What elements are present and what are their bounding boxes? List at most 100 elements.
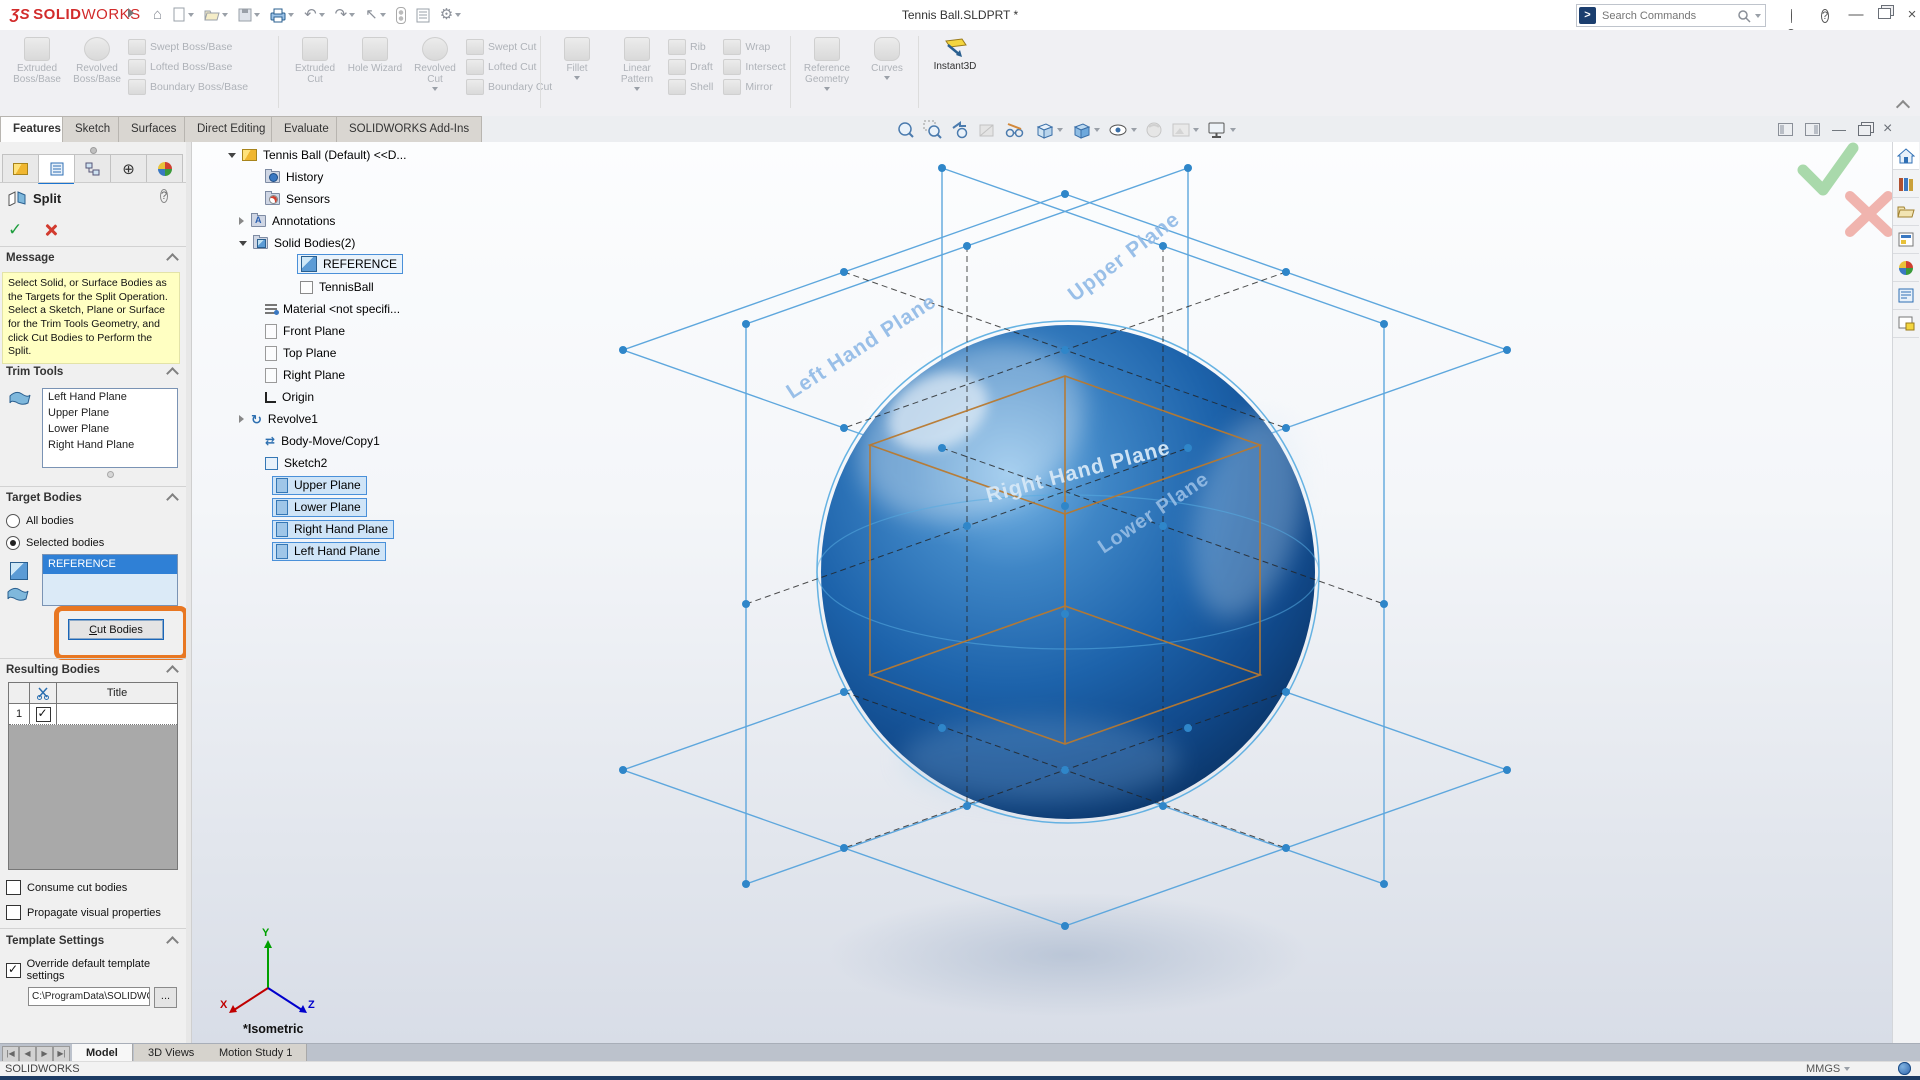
doc-minimize-button[interactable]: —	[1832, 121, 1846, 137]
all-bodies-radio[interactable]: All bodies	[6, 514, 74, 528]
apply-scene-button[interactable]	[1170, 119, 1200, 141]
web-help-icon[interactable]	[1898, 1062, 1911, 1075]
tree-item-tennisball-body[interactable]: TennisBall	[300, 277, 374, 297]
pane-right-icon[interactable]	[1805, 123, 1820, 136]
view-settings-button[interactable]	[1205, 119, 1237, 141]
design-library-tab-button[interactable]	[1893, 198, 1919, 226]
target-bodies-list[interactable]: REFERENCE	[42, 554, 178, 606]
close-button[interactable]: ×	[1899, 4, 1920, 26]
tree-item-top-plane[interactable]: Top Plane	[252, 343, 336, 363]
ribbon-draft[interactable]: Draft	[668, 58, 713, 75]
ribbon-instant3d[interactable]: Instant3D	[926, 34, 984, 72]
chevron-down-icon[interactable]	[432, 87, 438, 91]
trim-tools-list[interactable]: Left Hand Plane Upper Plane Lower Plane …	[42, 388, 178, 468]
tree-item-right-hand-plane[interactable]: Right Hand Plane	[272, 519, 394, 539]
tree-item-material[interactable]: Material <not specifi...	[252, 299, 400, 319]
tab-3d-views[interactable]: 3D Views	[134, 1044, 209, 1062]
chevron-down-icon[interactable]	[1094, 128, 1100, 132]
tree-item-reference-body[interactable]: REFERENCE	[297, 254, 403, 274]
tab-sketch[interactable]: Sketch	[62, 116, 123, 142]
ribbon-collapse-icon[interactable]	[1896, 100, 1910, 114]
chevron-down-icon[interactable]	[824, 87, 830, 91]
list-item[interactable]: Right Hand Plane	[43, 437, 177, 453]
view-orientation-button[interactable]	[1032, 119, 1064, 141]
tab-dimxpertmanager[interactable]: ⊕	[110, 154, 146, 183]
confirm-ok-icon[interactable]	[1803, 148, 1853, 190]
ribbon-swept-boss-base[interactable]: Swept Boss/Base	[128, 38, 248, 55]
tree-item-left-hand-plane[interactable]: Left Hand Plane	[272, 541, 386, 561]
ok-button[interactable]: ✓	[8, 220, 22, 240]
home-tab-button[interactable]	[1893, 142, 1919, 170]
tree-item-sensors[interactable]: Sensors	[252, 189, 330, 209]
forum-tab-button[interactable]	[1893, 310, 1919, 338]
pane-left-icon[interactable]	[1778, 123, 1793, 136]
tree-item-part[interactable]: Tennis Ball (Default) <<D...	[228, 145, 406, 165]
ribbon-revolved-boss-base[interactable]: Revolved Boss/Base	[68, 34, 126, 85]
ribbon-extruded-boss-base[interactable]: Extruded Boss/Base	[8, 34, 66, 85]
propagate-visual-properties-option[interactable]: Propagate visual properties	[6, 905, 161, 920]
list-resize-handle[interactable]	[107, 471, 114, 478]
ribbon-hole-wizard[interactable]: Hole Wizard	[346, 34, 404, 74]
tree-item-solid-bodies[interactable]: Solid Bodies(2)	[239, 233, 355, 253]
last-tab-button[interactable]: ▶|	[53, 1046, 70, 1062]
collapsed-icon[interactable]	[239, 415, 244, 423]
resources-tab-button[interactable]	[1893, 170, 1919, 198]
table-row[interactable]: 1	[9, 704, 177, 725]
tab-propertymanager[interactable]	[38, 154, 74, 184]
hide-show-items-button[interactable]	[1106, 119, 1138, 141]
panel-splitter[interactable]	[186, 142, 192, 1043]
tree-item-sketch2[interactable]: Sketch2	[252, 453, 327, 473]
search-commands-box[interactable]: >	[1576, 4, 1766, 27]
prev-tab-button[interactable]: ◀	[19, 1046, 36, 1062]
consume-cut-bodies-option[interactable]: Consume cut bodies	[6, 880, 127, 895]
ribbon-rib[interactable]: Rib	[668, 38, 713, 55]
previous-view-button[interactable]	[949, 119, 971, 141]
account-button[interactable]	[1778, 4, 1804, 26]
list-item[interactable]: Lower Plane	[43, 421, 177, 437]
expanded-icon[interactable]	[228, 153, 236, 158]
first-tab-button[interactable]: |◀	[2, 1046, 19, 1062]
collapse-trim-icon[interactable]	[166, 367, 179, 380]
zoom-to-fit-button[interactable]	[895, 119, 917, 141]
view-palette-tab-button[interactable]	[1893, 226, 1919, 254]
ribbon-shell[interactable]: Shell	[668, 78, 713, 95]
tab-model[interactable]: Model	[72, 1044, 133, 1062]
tree-item-right-plane[interactable]: Right Plane	[252, 365, 345, 385]
ribbon-wrap[interactable]: Wrap	[723, 38, 785, 55]
list-item[interactable]: Left Hand Plane	[43, 389, 177, 405]
expanded-icon[interactable]	[239, 241, 247, 246]
tree-item-lower-plane[interactable]: Lower Plane	[272, 497, 367, 517]
restore-button[interactable]	[1871, 4, 1897, 26]
ribbon-fillet[interactable]: Fillet	[548, 34, 606, 80]
tab-displaymanager[interactable]	[146, 154, 183, 183]
panel-resize-handle[interactable]	[90, 147, 97, 154]
list-item-selected[interactable]: REFERENCE	[43, 555, 177, 574]
tab-configurationmanager[interactable]	[74, 154, 110, 183]
ribbon-intersect[interactable]: Intersect	[723, 58, 785, 75]
chevron-down-icon[interactable]	[1057, 128, 1063, 132]
annotation-visibility-button[interactable]	[1003, 119, 1027, 141]
tree-item-origin[interactable]: Origin	[252, 387, 314, 407]
list-item[interactable]: Upper Plane	[43, 405, 177, 421]
ribbon-revolved-cut[interactable]: Revolved Cut	[406, 34, 464, 91]
row-title-cell[interactable]	[57, 704, 177, 724]
chevron-down-icon[interactable]	[1193, 128, 1199, 132]
search-input[interactable]	[1600, 9, 1737, 23]
chevron-down-icon[interactable]	[634, 87, 640, 91]
override-template-option[interactable]: Override default template settings	[6, 958, 186, 982]
tab-direct-editing[interactable]: Direct Editing	[184, 116, 278, 142]
edit-appearance-button[interactable]	[1143, 119, 1165, 141]
ribbon-reference-geometry[interactable]: Reference Geometry	[798, 34, 856, 91]
chevron-down-icon[interactable]	[1844, 1067, 1850, 1071]
ribbon-boundary-boss-base[interactable]: Boundary Boss/Base	[128, 78, 248, 95]
tree-item-revolve1[interactable]: ↻Revolve1	[239, 409, 318, 429]
help-button-pm[interactable]: ?	[160, 190, 168, 203]
chevron-down-icon[interactable]	[884, 76, 890, 80]
appearances-tab-button[interactable]	[1893, 254, 1919, 282]
cut-bodies-button[interactable]: Cut Bodies	[68, 619, 164, 640]
chevron-down-icon[interactable]	[574, 76, 580, 80]
cancel-button[interactable]	[44, 223, 58, 237]
tree-item-upper-plane[interactable]: Upper Plane	[272, 475, 367, 495]
ribbon-lofted-boss-base[interactable]: Lofted Boss/Base	[128, 58, 248, 75]
doc-restore-button[interactable]	[1858, 125, 1871, 136]
